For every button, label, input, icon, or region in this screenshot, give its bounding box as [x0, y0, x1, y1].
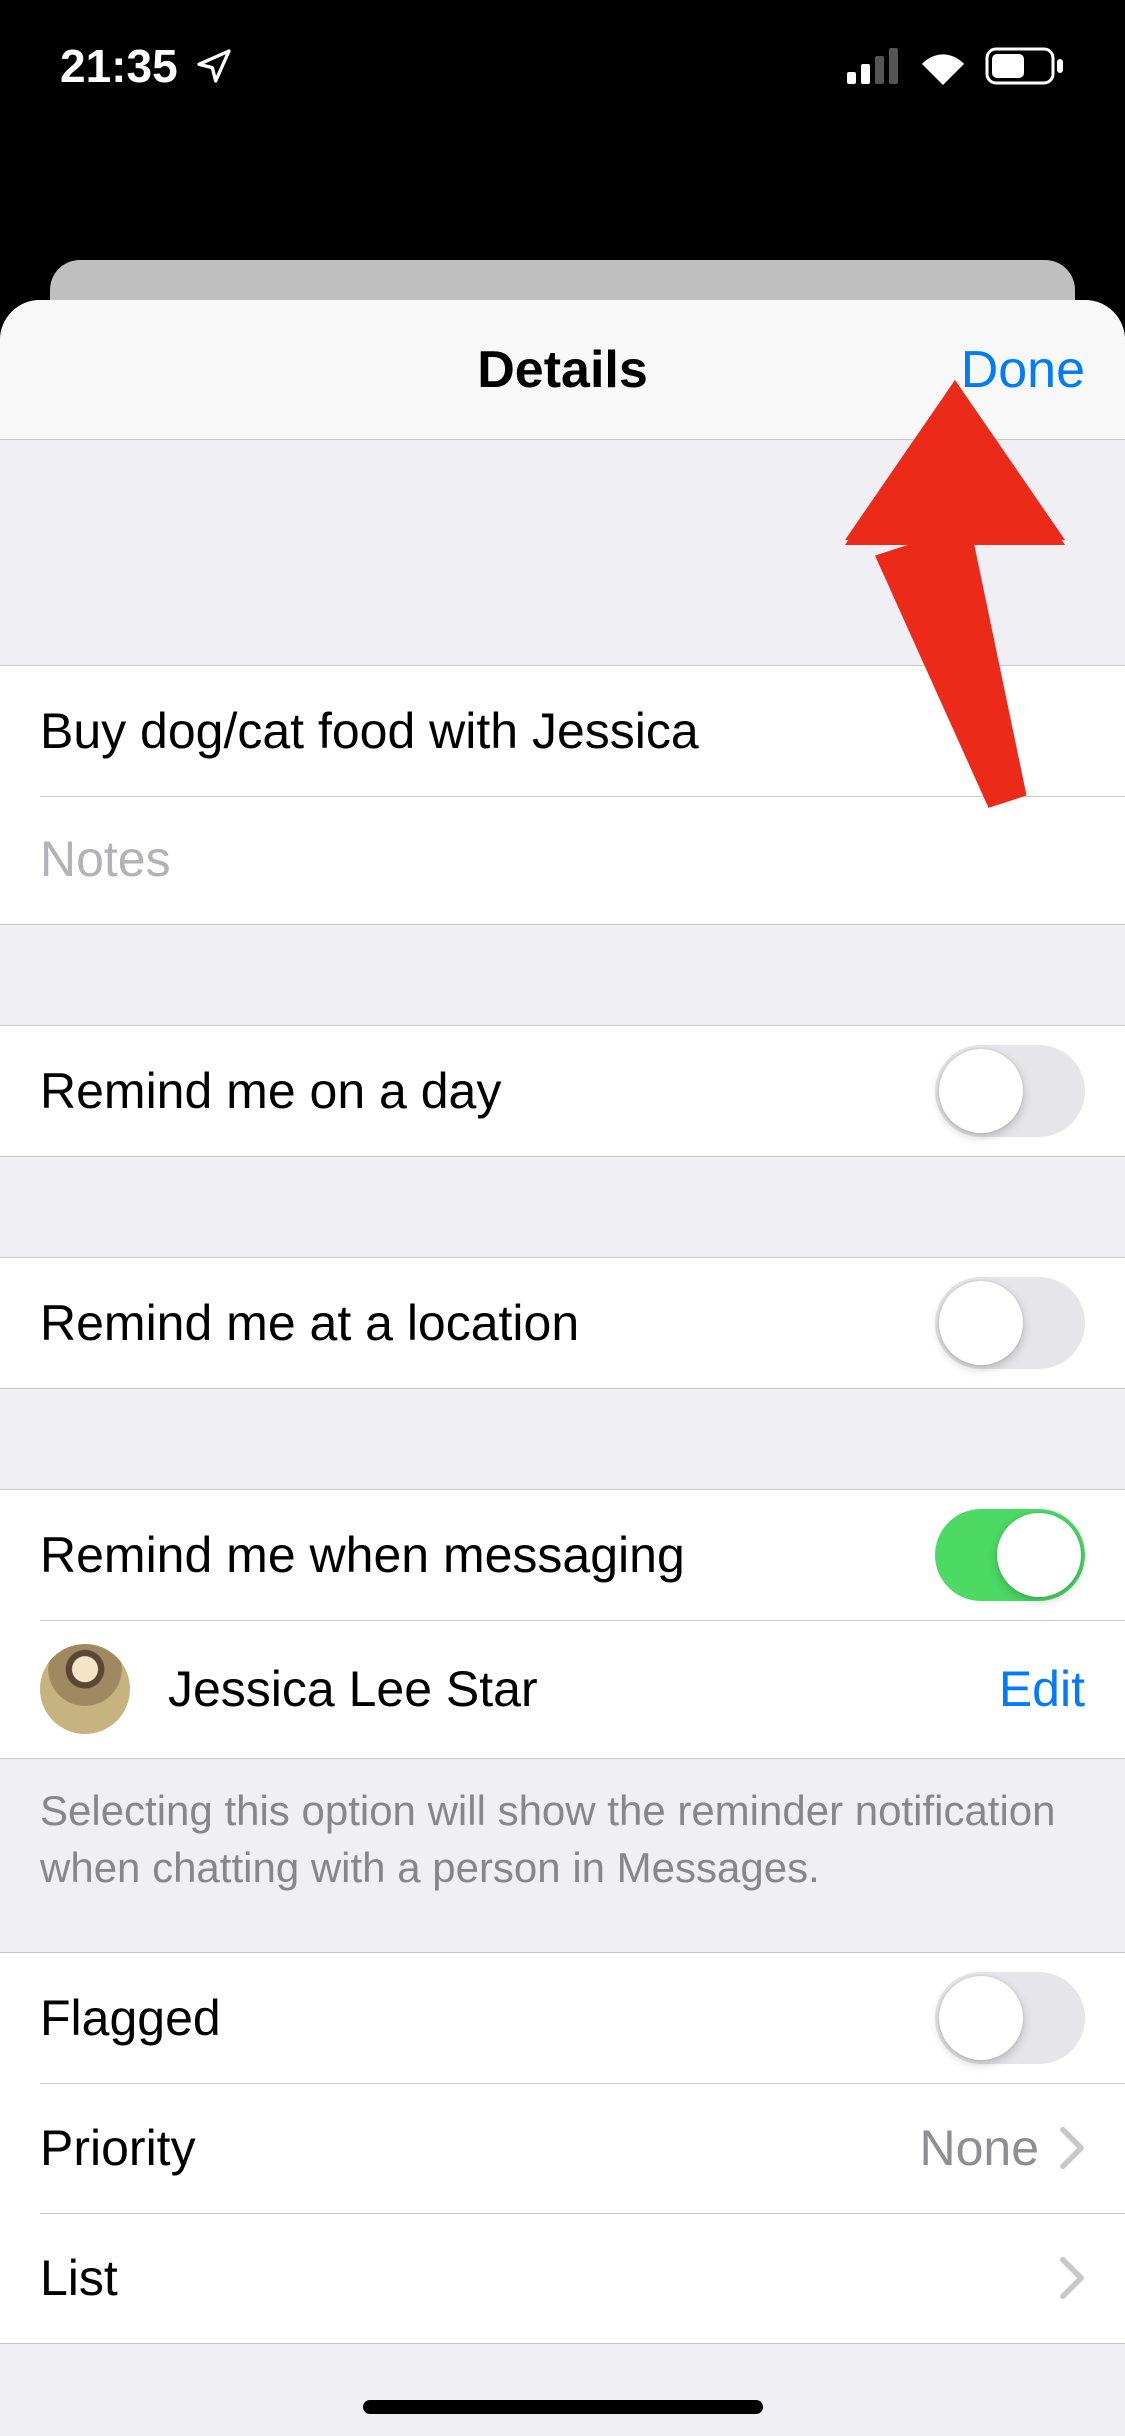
remind-location-section: Remind me at a location: [0, 1257, 1125, 1389]
title-notes-section: Notes: [0, 665, 1125, 925]
nav-bar: Details Done: [0, 300, 1125, 440]
remind-messaging-label: Remind me when messaging: [40, 1526, 935, 1584]
remind-day-row[interactable]: Remind me on a day: [0, 1026, 1125, 1156]
options-section: Flagged Priority None List: [0, 1952, 1125, 2344]
remind-messaging-section: Remind me when messaging Jessica Lee Sta…: [0, 1489, 1125, 1759]
spacer: [0, 440, 1125, 665]
remind-messaging-row[interactable]: Remind me when messaging: [0, 1490, 1125, 1620]
spacer: [0, 1389, 1125, 1489]
remind-day-section: Remind me on a day: [0, 1025, 1125, 1157]
home-indicator[interactable]: [363, 2400, 763, 2414]
spacer: [0, 1924, 1125, 1952]
contact-name: Jessica Lee Star: [168, 1660, 538, 1718]
remind-day-label: Remind me on a day: [40, 1062, 935, 1120]
reminder-title-row[interactable]: [0, 666, 1125, 796]
list-row[interactable]: List: [0, 2213, 1125, 2343]
details-sheet: Details Done Notes Remind me on a day Re…: [0, 300, 1125, 2436]
flagged-toggle[interactable]: [935, 1972, 1085, 2064]
list-label: List: [40, 2249, 1039, 2307]
messaging-contact-row[interactable]: Jessica Lee Star Edit: [0, 1620, 1125, 1758]
spacer: [0, 2344, 1125, 2436]
spacer: [0, 925, 1125, 1025]
cellular-icon: [847, 48, 901, 84]
remind-location-row[interactable]: Remind me at a location: [0, 1258, 1125, 1388]
status-time: 21:35: [60, 39, 178, 93]
location-arrow-icon: [194, 46, 234, 86]
battery-icon: [985, 47, 1065, 85]
status-bar: 21:35: [0, 0, 1125, 132]
priority-label: Priority: [40, 2119, 919, 2177]
chevron-right-icon: [1059, 2126, 1085, 2170]
messaging-footer-text: Selecting this option will show the remi…: [0, 1759, 1125, 1924]
nav-title: Details: [477, 340, 648, 400]
remind-location-label: Remind me at a location: [40, 1294, 935, 1352]
done-button[interactable]: Done: [961, 340, 1085, 400]
status-right: [847, 47, 1065, 85]
edit-contact-button[interactable]: Edit: [999, 1660, 1085, 1718]
contact-avatar: [40, 1644, 130, 1734]
priority-row[interactable]: Priority None: [0, 2083, 1125, 2213]
notes-placeholder: Notes: [40, 831, 171, 887]
remind-day-toggle[interactable]: [935, 1045, 1085, 1137]
flagged-row[interactable]: Flagged: [0, 1953, 1125, 2083]
spacer: [0, 1157, 1125, 1257]
wifi-icon: [917, 47, 969, 85]
remind-location-toggle[interactable]: [935, 1277, 1085, 1369]
reminder-title-input[interactable]: [40, 666, 1085, 796]
status-left: 21:35: [60, 39, 234, 93]
chevron-right-icon: [1059, 2256, 1085, 2300]
remind-messaging-toggle[interactable]: [935, 1509, 1085, 1601]
priority-value: None: [919, 2119, 1039, 2177]
reminder-notes-input[interactable]: Notes: [0, 796, 1125, 924]
flagged-label: Flagged: [40, 1989, 935, 2047]
